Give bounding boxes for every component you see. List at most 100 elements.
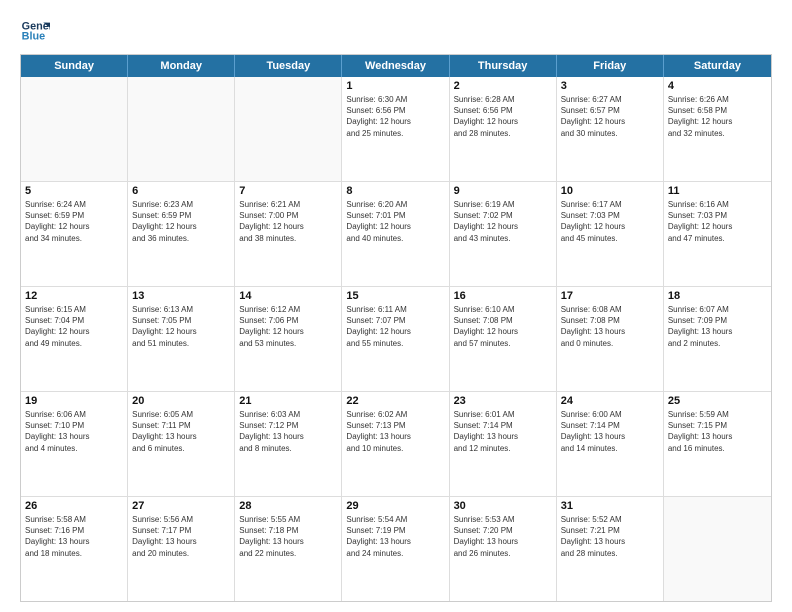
weekday-header: Friday [557, 55, 664, 77]
calendar-body: 1 Sunrise: 6:30 AM Sunset: 6:56 PM Daylig… [21, 77, 771, 601]
calendar-cell: 29 Sunrise: 5:54 AM Sunset: 7:19 PM Dayli… [342, 497, 449, 601]
day-number: 30 [454, 500, 552, 512]
calendar-cell: 13 Sunrise: 6:13 AM Sunset: 7:05 PM Dayli… [128, 287, 235, 391]
day-number: 3 [561, 80, 659, 92]
day-number: 5 [25, 185, 123, 197]
cell-info: Sunrise: 6:27 AM Sunset: 6:57 PM Dayligh… [561, 94, 659, 139]
day-number: 1 [346, 80, 444, 92]
cell-info: Sunrise: 6:16 AM Sunset: 7:03 PM Dayligh… [668, 199, 767, 244]
calendar-cell: 8 Sunrise: 6:20 AM Sunset: 7:01 PM Daylig… [342, 182, 449, 286]
calendar-cell: 2Sunrise: 6:28 AM Sunset: 6:56 PM Daylig… [450, 77, 557, 181]
day-number: 20 [132, 395, 230, 407]
calendar-row: 5 Sunrise: 6:24 AM Sunset: 6:59 PM Daylig… [21, 182, 771, 287]
day-number: 8 [346, 185, 444, 197]
calendar-cell: 18Sunrise: 6:07 AM Sunset: 7:09 PM Dayli… [664, 287, 771, 391]
cell-info: Sunrise: 6:17 AM Sunset: 7:03 PM Dayligh… [561, 199, 659, 244]
cell-info: Sunrise: 5:54 AM Sunset: 7:19 PM Dayligh… [346, 514, 444, 559]
calendar-cell: 31 Sunrise: 5:52 AM Sunset: 7:21 PM Dayli… [557, 497, 664, 601]
calendar-cell: 19 Sunrise: 6:06 AM Sunset: 7:10 PM Dayli… [21, 392, 128, 496]
cell-info: Sunrise: 6:15 AM Sunset: 7:04 PM Dayligh… [25, 304, 123, 349]
day-number: 4 [668, 80, 767, 92]
cell-info: Sunrise: 5:59 AM Sunset: 7:15 PM Dayligh… [668, 409, 767, 454]
calendar-cell: 23 Sunrise: 6:01 AM Sunset: 7:14 PM Dayli… [450, 392, 557, 496]
calendar-cell [21, 77, 128, 181]
calendar-cell: 30 Sunrise: 5:53 AM Sunset: 7:20 PM Dayli… [450, 497, 557, 601]
calendar-cell: 22 Sunrise: 6:02 AM Sunset: 7:13 PM Dayli… [342, 392, 449, 496]
cell-info: Sunrise: 6:23 AM Sunset: 6:59 PM Dayligh… [132, 199, 230, 244]
cell-info: Sunrise: 6:08 AM Sunset: 7:08 PM Dayligh… [561, 304, 659, 349]
weekday-header: Sunday [21, 55, 128, 77]
calendar-cell: 11Sunrise: 6:16 AM Sunset: 7:03 PM Dayli… [664, 182, 771, 286]
cell-info: Sunrise: 6:12 AM Sunset: 7:06 PM Dayligh… [239, 304, 337, 349]
calendar-cell: 21Sunrise: 6:03 AM Sunset: 7:12 PM Dayli… [235, 392, 342, 496]
day-number: 18 [668, 290, 767, 302]
calendar-cell: 16Sunrise: 6:10 AM Sunset: 7:08 PM Dayli… [450, 287, 557, 391]
cell-info: Sunrise: 6:06 AM Sunset: 7:10 PM Dayligh… [25, 409, 123, 454]
day-number: 31 [561, 500, 659, 512]
calendar: SundayMondayTuesdayWednesdayThursdayFrid… [20, 54, 772, 602]
calendar-cell: 26 Sunrise: 5:58 AM Sunset: 7:16 PM Dayli… [21, 497, 128, 601]
day-number: 25 [668, 395, 767, 407]
cell-info: Sunrise: 5:56 AM Sunset: 7:17 PM Dayligh… [132, 514, 230, 559]
cell-info: Sunrise: 6:19 AM Sunset: 7:02 PM Dayligh… [454, 199, 552, 244]
page: General Blue SundayMondayTuesdayWednesda… [0, 0, 792, 612]
day-number: 9 [454, 185, 552, 197]
calendar-cell: 10 Sunrise: 6:17 AM Sunset: 7:03 PM Dayli… [557, 182, 664, 286]
weekday-header: Tuesday [235, 55, 342, 77]
calendar-cell: 25 Sunrise: 5:59 AM Sunset: 7:15 PM Dayli… [664, 392, 771, 496]
day-number: 15 [346, 290, 444, 302]
calendar-row: 12Sunrise: 6:15 AM Sunset: 7:04 PM Dayli… [21, 287, 771, 392]
calendar-cell: 14 Sunrise: 6:12 AM Sunset: 7:06 PM Dayli… [235, 287, 342, 391]
weekday-header: Saturday [664, 55, 771, 77]
cell-info: Sunrise: 6:03 AM Sunset: 7:12 PM Dayligh… [239, 409, 337, 454]
calendar-cell: 27 Sunrise: 5:56 AM Sunset: 7:17 PM Dayli… [128, 497, 235, 601]
svg-text:Blue: Blue [22, 30, 45, 42]
calendar-cell: 9 Sunrise: 6:19 AM Sunset: 7:02 PM Daylig… [450, 182, 557, 286]
calendar-row: 1 Sunrise: 6:30 AM Sunset: 6:56 PM Daylig… [21, 77, 771, 182]
calendar-cell: 7Sunrise: 6:21 AM Sunset: 7:00 PM Daylig… [235, 182, 342, 286]
calendar-cell: 28Sunrise: 5:55 AM Sunset: 7:18 PM Dayli… [235, 497, 342, 601]
calendar-cell: 24Sunrise: 6:00 AM Sunset: 7:14 PM Dayli… [557, 392, 664, 496]
cell-info: Sunrise: 6:13 AM Sunset: 7:05 PM Dayligh… [132, 304, 230, 349]
day-number: 27 [132, 500, 230, 512]
cell-info: Sunrise: 6:21 AM Sunset: 7:00 PM Dayligh… [239, 199, 337, 244]
cell-info: Sunrise: 6:05 AM Sunset: 7:11 PM Dayligh… [132, 409, 230, 454]
day-number: 28 [239, 500, 337, 512]
day-number: 10 [561, 185, 659, 197]
cell-info: Sunrise: 5:58 AM Sunset: 7:16 PM Dayligh… [25, 514, 123, 559]
cell-info: Sunrise: 6:26 AM Sunset: 6:58 PM Dayligh… [668, 94, 767, 139]
cell-info: Sunrise: 6:20 AM Sunset: 7:01 PM Dayligh… [346, 199, 444, 244]
day-number: 24 [561, 395, 659, 407]
cell-info: Sunrise: 6:11 AM Sunset: 7:07 PM Dayligh… [346, 304, 444, 349]
calendar-cell: 3 Sunrise: 6:27 AM Sunset: 6:57 PM Daylig… [557, 77, 664, 181]
cell-info: Sunrise: 6:24 AM Sunset: 6:59 PM Dayligh… [25, 199, 123, 244]
weekday-header: Wednesday [342, 55, 449, 77]
cell-info: Sunrise: 5:53 AM Sunset: 7:20 PM Dayligh… [454, 514, 552, 559]
calendar-header: SundayMondayTuesdayWednesdayThursdayFrid… [21, 55, 771, 77]
day-number: 19 [25, 395, 123, 407]
calendar-row: 26 Sunrise: 5:58 AM Sunset: 7:16 PM Dayli… [21, 497, 771, 601]
calendar-cell: 12Sunrise: 6:15 AM Sunset: 7:04 PM Dayli… [21, 287, 128, 391]
calendar-cell: 6 Sunrise: 6:23 AM Sunset: 6:59 PM Daylig… [128, 182, 235, 286]
cell-info: Sunrise: 6:30 AM Sunset: 6:56 PM Dayligh… [346, 94, 444, 139]
day-number: 23 [454, 395, 552, 407]
cell-info: Sunrise: 6:10 AM Sunset: 7:08 PM Dayligh… [454, 304, 552, 349]
calendar-cell: 1 Sunrise: 6:30 AM Sunset: 6:56 PM Daylig… [342, 77, 449, 181]
calendar-cell: 15 Sunrise: 6:11 AM Sunset: 7:07 PM Dayli… [342, 287, 449, 391]
weekday-header: Thursday [450, 55, 557, 77]
calendar-cell: 17 Sunrise: 6:08 AM Sunset: 7:08 PM Dayli… [557, 287, 664, 391]
calendar-cell [128, 77, 235, 181]
cell-info: Sunrise: 6:02 AM Sunset: 7:13 PM Dayligh… [346, 409, 444, 454]
day-number: 22 [346, 395, 444, 407]
cell-info: Sunrise: 6:01 AM Sunset: 7:14 PM Dayligh… [454, 409, 552, 454]
weekday-header: Monday [128, 55, 235, 77]
day-number: 17 [561, 290, 659, 302]
day-number: 14 [239, 290, 337, 302]
day-number: 13 [132, 290, 230, 302]
cell-info: Sunrise: 5:52 AM Sunset: 7:21 PM Dayligh… [561, 514, 659, 559]
day-number: 2 [454, 80, 552, 92]
logo: General Blue [20, 16, 50, 46]
day-number: 6 [132, 185, 230, 197]
day-number: 26 [25, 500, 123, 512]
day-number: 29 [346, 500, 444, 512]
